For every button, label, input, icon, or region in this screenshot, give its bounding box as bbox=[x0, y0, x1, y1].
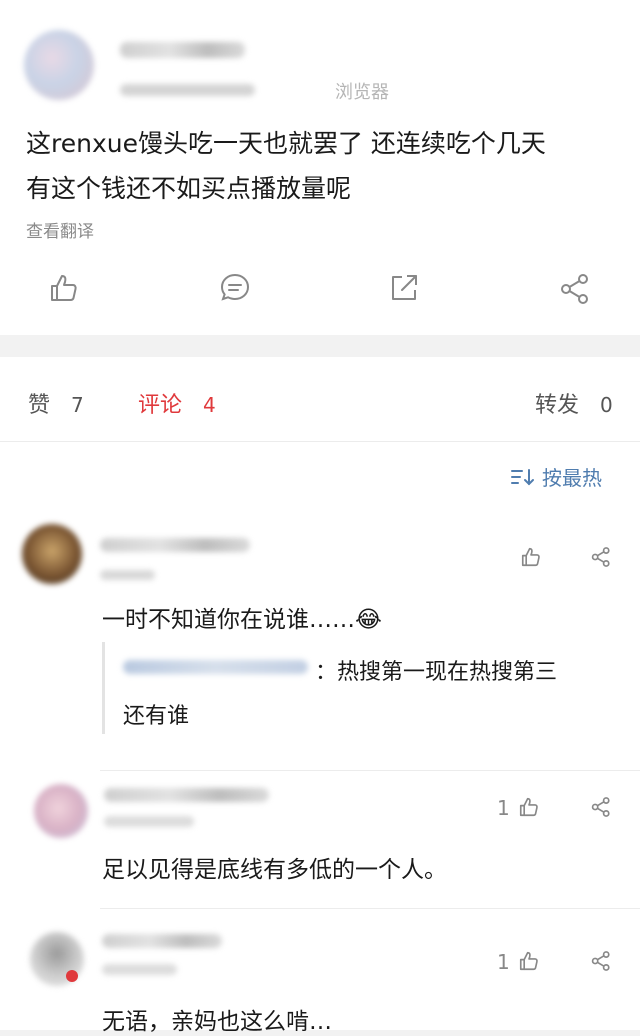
comment-text: 足以见得是底线有多低的一个人。 bbox=[102, 857, 447, 883]
reposts-tab[interactable]: 转发 0 bbox=[535, 387, 613, 419]
comment-share-icon[interactable] bbox=[590, 546, 612, 568]
sort-label: 按最热 bbox=[542, 466, 602, 490]
reply-text-line-2: 还有谁 bbox=[123, 704, 190, 729]
comment-avatar[interactable] bbox=[34, 784, 88, 838]
likes-count: 7 bbox=[71, 393, 84, 417]
comment-like-icon[interactable] bbox=[518, 796, 540, 818]
comment-divider bbox=[100, 908, 640, 909]
comments-tab[interactable]: 评论 4 bbox=[138, 387, 216, 419]
stats-bar: 赞 7 评论 4 转发 0 bbox=[0, 357, 640, 442]
post-card: 浏览器 这renxue馒头吃一天也就罢了 还连续吃个几天 有这个钱还不如买点播放… bbox=[0, 0, 640, 335]
comment-like-count: 1 bbox=[497, 796, 510, 820]
comment-icon[interactable] bbox=[219, 272, 251, 304]
comment-text: 无语，亲妈也这么啃… bbox=[102, 1009, 332, 1035]
comment-divider bbox=[100, 770, 640, 771]
comment-timestamp bbox=[102, 964, 177, 975]
comment-text: 一时不知道你在说谁……😂 bbox=[102, 607, 382, 633]
share-icon[interactable] bbox=[558, 272, 592, 306]
comments-list: 按最热 一时不知道你在说谁……😂 ：热搜第一现在热搜第三 还有谁 1 足以见得是… bbox=[0, 442, 640, 1035]
reposts-count: 0 bbox=[600, 393, 613, 417]
reply-text-line-1: ：热搜第一现在热搜第三 bbox=[315, 660, 558, 685]
post-source: 浏览器 bbox=[335, 82, 389, 103]
reposts-label: 转发 bbox=[535, 393, 580, 418]
comment-like-icon[interactable] bbox=[518, 950, 540, 972]
comment-avatar[interactable] bbox=[22, 524, 82, 584]
comments-count: 4 bbox=[203, 393, 216, 417]
comment-share-icon[interactable] bbox=[590, 950, 612, 972]
post-text-line-1: 这renxue馒头吃一天也就罢了 还连续吃个几天 bbox=[26, 129, 546, 158]
post-author-name[interactable] bbox=[120, 42, 245, 58]
comment-timestamp bbox=[104, 816, 194, 827]
sort-icon bbox=[510, 467, 536, 487]
like-icon[interactable] bbox=[48, 272, 80, 304]
comment-author-name[interactable] bbox=[104, 788, 269, 802]
comment-like-icon[interactable] bbox=[520, 546, 542, 568]
likes-label: 赞 bbox=[28, 393, 51, 418]
comment-author-name[interactable] bbox=[102, 934, 222, 948]
comment-like-count: 1 bbox=[497, 950, 510, 974]
repost-icon[interactable] bbox=[388, 272, 420, 304]
comment-share-icon[interactable] bbox=[590, 796, 612, 818]
comment-timestamp bbox=[100, 570, 155, 580]
translate-link[interactable]: 查看翻译 bbox=[26, 217, 94, 242]
reply-author-name[interactable] bbox=[123, 660, 308, 674]
post-author-avatar[interactable] bbox=[24, 30, 94, 100]
comments-label: 评论 bbox=[138, 393, 183, 418]
post-timestamp bbox=[120, 84, 255, 96]
post-text-line-2: 有这个钱还不如买点播放量呢 bbox=[26, 174, 352, 203]
comment-author-name[interactable] bbox=[100, 538, 250, 552]
reply-preview[interactable]: ：热搜第一现在热搜第三 还有谁 bbox=[102, 642, 620, 734]
comment-avatar-badge bbox=[66, 970, 78, 982]
sort-button[interactable]: 按最热 bbox=[510, 462, 602, 491]
likes-tab[interactable]: 赞 7 bbox=[28, 387, 84, 419]
